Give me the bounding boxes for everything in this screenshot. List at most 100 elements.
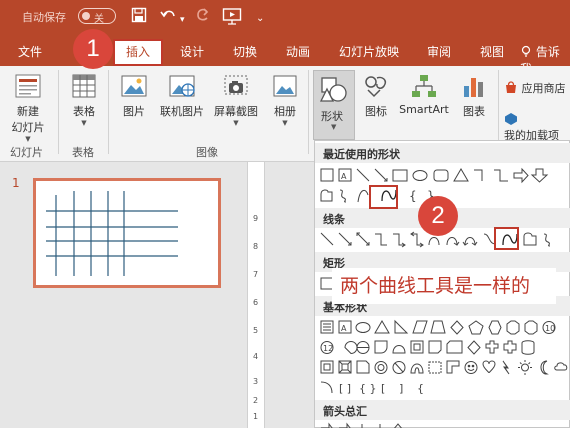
new-slide-label-line2: 幻灯片 <box>11 121 45 134</box>
chevron-down-icon: ▼ <box>25 135 31 143</box>
table-button[interactable]: 表格 ▼ <box>64 72 104 127</box>
toggle-state-label: 关 <box>94 14 104 25</box>
svg-text:[: [ <box>381 382 385 395</box>
ruler-tick: 5 <box>253 326 259 335</box>
chart-button[interactable]: 图表 <box>456 72 492 119</box>
svg-text:10: 10 <box>545 324 555 333</box>
store-icon <box>506 81 516 93</box>
tab-file[interactable]: 文件 <box>18 43 42 60</box>
group-slides-label: 幻灯片 <box>10 146 43 159</box>
slide-number: 1 <box>12 176 20 190</box>
recent-shapes-row: A <box>318 166 568 186</box>
chevron-down-icon: ▼ <box>233 119 239 127</box>
ruler-tick: 9 <box>253 214 259 223</box>
online-picture-icon <box>169 75 195 97</box>
smartart-label: SmartArt <box>399 103 449 116</box>
chart-label: 图表 <box>463 105 485 118</box>
screenshot-button[interactable]: 屏幕截图 ▼ <box>208 72 264 127</box>
photo-album-button[interactable]: 相册 ▼ <box>266 72 304 127</box>
picture-icon <box>121 75 147 97</box>
shapes-button[interactable]: 形状 ▼ <box>313 70 355 140</box>
tab-transitions[interactable]: 切换 <box>233 43 257 60</box>
group-divider <box>58 70 59 154</box>
new-slide-label-line1: 新建 <box>17 105 39 118</box>
ruler-tick: 6 <box>253 298 259 307</box>
save-icon[interactable] <box>131 7 147 27</box>
picture-label: 图片 <box>123 105 145 118</box>
chart-icon <box>464 78 483 97</box>
my-addins-button[interactable]: 我的加载项 <box>504 112 570 143</box>
ruler-tick: 7 <box>253 270 259 279</box>
annotation-text: 两个曲线工具是一样的 <box>332 268 556 304</box>
step-badge-1: 1 <box>73 29 113 69</box>
photo-album-label: 相册 <box>274 105 296 118</box>
chevron-down-icon: ▼ <box>331 123 337 131</box>
new-slide-button[interactable]: 新建 幻灯片 ▼ <box>4 72 52 143</box>
undo-icon[interactable] <box>160 7 178 27</box>
new-slide-icon <box>15 74 41 98</box>
screenshot-label: 屏幕截图 <box>214 105 258 118</box>
basic-shapes-row: [ ] { } [ ] { <box>318 378 568 398</box>
slide-thumbnail[interactable] <box>33 178 221 288</box>
group-divider <box>308 70 309 154</box>
tab-slideshow[interactable]: 幻灯片放映 <box>339 43 399 60</box>
slide-grid-drawing <box>46 191 178 276</box>
recent-shapes-header: 最近使用的形状 <box>315 143 570 163</box>
basic-shapes-row: A 10 <box>318 318 568 338</box>
basic-shapes-icons[interactable]: [ ] { } [ ] { <box>318 378 568 398</box>
svg-text:A: A <box>341 172 347 181</box>
tab-view[interactable]: 视图 <box>480 43 504 60</box>
svg-text:12: 12 <box>323 344 333 353</box>
online-picture-label: 联机图片 <box>160 105 204 118</box>
ruler-tick: 1 <box>253 412 259 421</box>
chevron-down-icon: ▼ <box>81 119 87 127</box>
tab-insert[interactable]: 插入 <box>113 39 163 66</box>
store-label: 应用商店 <box>521 82 566 95</box>
screenshot-icon <box>224 75 248 95</box>
smartart-button[interactable]: SmartArt <box>398 72 450 116</box>
recent-shapes-icons[interactable]: A <box>318 166 568 186</box>
svg-text:A: A <box>341 324 347 333</box>
shapes-label: 形状 <box>321 110 343 123</box>
svg-text:{: { <box>409 189 417 203</box>
redo-icon[interactable] <box>195 7 211 27</box>
picture-button[interactable]: 图片 <box>114 72 154 119</box>
autosave-toggle[interactable]: 关 <box>78 8 116 25</box>
online-picture-button[interactable]: 联机图片 <box>156 72 208 119</box>
ruler-tick: 8 <box>253 242 259 251</box>
addins-icon <box>505 113 517 125</box>
slideshow-icon[interactable] <box>222 7 242 29</box>
group-divider <box>108 70 109 154</box>
svg-text:]: ] <box>399 382 403 395</box>
arrow-shapes-icons[interactable] <box>318 421 568 428</box>
lines-curve-highlight <box>494 227 519 250</box>
basic-shapes-icons[interactable] <box>318 358 568 378</box>
svg-text:{: { <box>417 382 424 395</box>
autosave-label: 自动保存 <box>22 11 66 24</box>
tab-animations[interactable]: 动画 <box>286 43 310 60</box>
table-label: 表格 <box>73 105 95 118</box>
icons-button[interactable]: 图标 <box>358 72 394 119</box>
smartart-icon <box>412 75 436 97</box>
arrows-header: 箭头总汇 <box>315 400 570 420</box>
customize-icon[interactable]: ⌄ <box>256 10 264 28</box>
basic-shapes-icons[interactable]: 12 <box>318 338 568 358</box>
step-badge-2: 2 <box>418 196 458 236</box>
undo-dropdown-icon[interactable]: ▾ <box>180 11 185 29</box>
shapes-icon <box>319 77 347 102</box>
store-button[interactable]: 应用商店 <box>504 80 570 96</box>
arrows-row <box>318 421 568 428</box>
title-bar: 自动保存 关 ▾ ⌄ <box>0 0 570 34</box>
ruler-tick: 3 <box>253 377 259 386</box>
table-icon <box>72 74 96 98</box>
tab-review[interactable]: 审阅 <box>427 43 451 60</box>
basic-shapes-row: 12 <box>318 338 568 358</box>
tab-design[interactable]: 设计 <box>180 43 204 60</box>
svg-text:[ ]: [ ] <box>339 382 351 395</box>
basic-shapes-icons[interactable]: A 10 <box>318 318 568 338</box>
icons-icon <box>365 76 387 98</box>
svg-text:{ }: { } <box>359 382 377 395</box>
ruler-tick: 2 <box>253 396 259 405</box>
group-tables-label: 表格 <box>72 146 94 159</box>
chevron-down-icon: ▼ <box>282 119 288 127</box>
